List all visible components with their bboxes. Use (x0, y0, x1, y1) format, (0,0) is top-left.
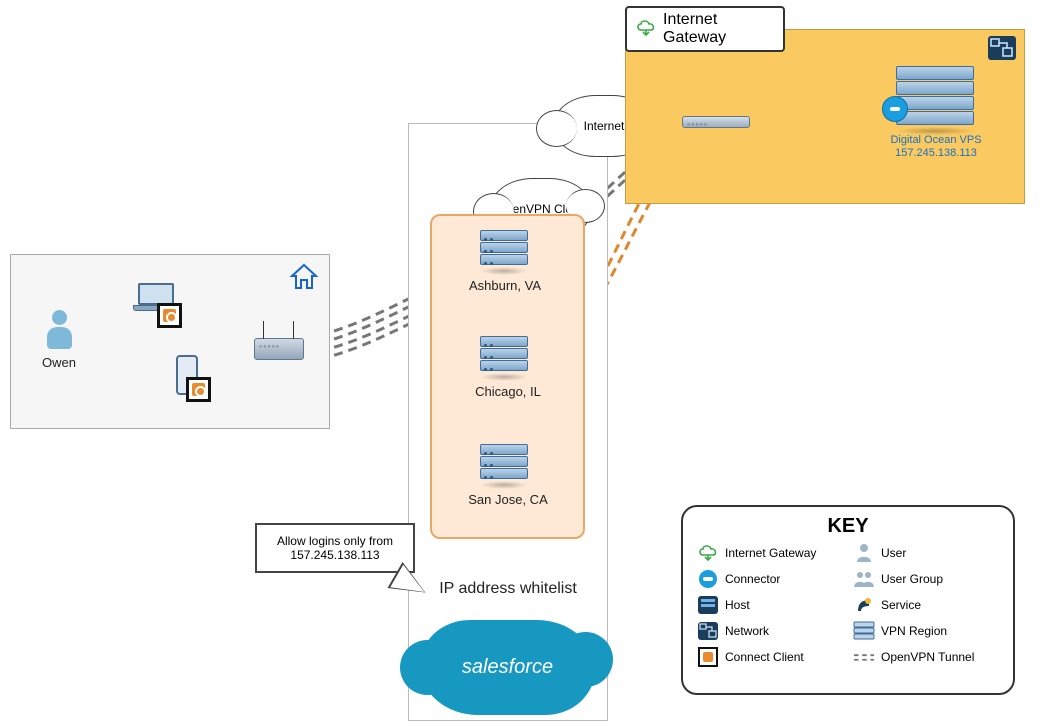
region-label-3: San Jose, CA (448, 492, 568, 507)
tunnel-icon (853, 646, 875, 668)
connect-client-badge-phone (186, 377, 211, 402)
router-icon (254, 338, 304, 360)
salesforce-cloud: salesforce (420, 620, 595, 715)
connect-client-icon (697, 646, 719, 668)
digital-ocean-box: Digital Ocean VPS 157.245.138.113 (625, 29, 1025, 204)
cloud-arrow-icon (697, 542, 719, 564)
network-icon (988, 36, 1016, 60)
user-icon-small (853, 542, 875, 564)
whitelist-callout-text: Allow logins only from 157.245.138.113 (261, 534, 409, 562)
host-icon (697, 594, 719, 616)
internet-gateway-box: Internet Gateway (625, 6, 785, 52)
vpn-region-server-sanjose (480, 444, 528, 489)
region-label-1: Ashburn, VA (450, 278, 560, 293)
internet-gateway-icon (635, 18, 657, 41)
key-connect-client: Connect Client (697, 646, 843, 668)
vps-name: Digital Ocean VPS (890, 134, 981, 146)
vpn-region-server-ashburn (480, 230, 528, 275)
key-openvpn-tunnel: OpenVPN Tunnel (853, 646, 999, 668)
owen-home-box: Owen (10, 254, 330, 429)
key-user: User (853, 542, 999, 564)
service-icon (853, 594, 875, 616)
whitelist-callout: Allow logins only from 157.245.138.113 (255, 523, 415, 573)
user-icon (47, 310, 72, 349)
home-icon (289, 263, 319, 296)
key-host: Host (697, 594, 843, 616)
connector-icon-small (697, 568, 719, 590)
key-network: Network (697, 620, 843, 642)
region-label-2: Chicago, IL (453, 384, 563, 399)
user-group-icon (853, 568, 875, 590)
internet-cloud-label: Internet (584, 119, 625, 133)
vps-server-icon (896, 66, 974, 135)
key-user-group: User Group (853, 568, 999, 590)
ip-whitelist-label: IP address whitelist (438, 580, 578, 598)
vpn-region-server-chicago (480, 336, 528, 381)
key-internet-gateway: Internet Gateway (697, 542, 843, 564)
network-icon-small (697, 620, 719, 642)
connector-icon (882, 96, 908, 122)
owen-label: Owen (39, 355, 79, 370)
vps-ip: 157.245.138.113 (895, 147, 977, 159)
key-connector: Connector (697, 568, 843, 590)
legend-title: KEY (697, 515, 999, 538)
vpn-region-icon (853, 620, 875, 642)
salesforce-label: salesforce (462, 656, 553, 679)
key-vpn-region: VPN Region (853, 620, 999, 642)
do-switch-icon (682, 116, 750, 128)
connect-client-badge-laptop (157, 303, 182, 328)
key-service: Service (853, 594, 999, 616)
legend-box: KEY Internet Gateway User Connector User… (681, 505, 1015, 695)
internet-gateway-label: Internet Gateway (663, 11, 783, 47)
